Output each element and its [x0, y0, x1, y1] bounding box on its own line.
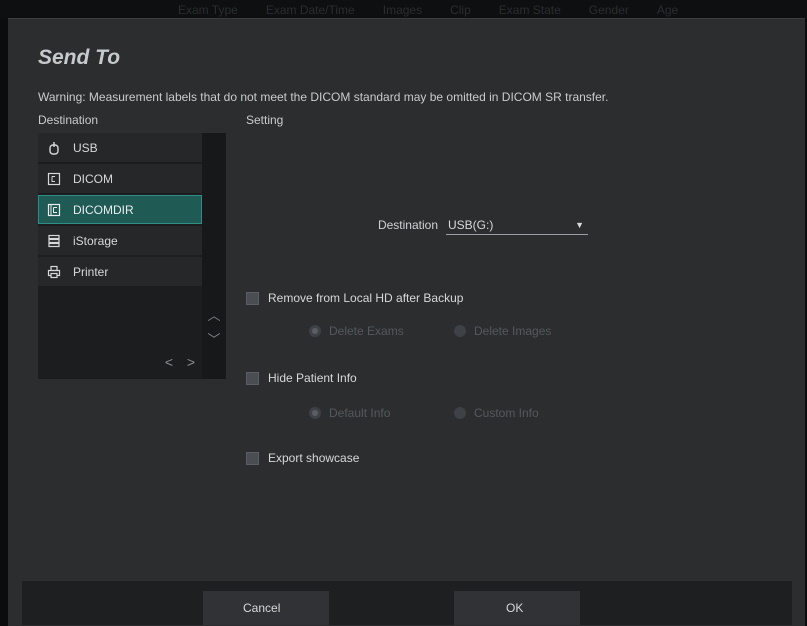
bg-column-age: Age [656, 3, 679, 17]
checkbox-box [246, 291, 259, 305]
destination-item-dicom[interactable]: DICOM [38, 164, 202, 193]
background-table-header: Exam Type Exam Date/Time Images Clip Exa… [0, 0, 807, 18]
storage-icon [47, 234, 61, 248]
caret-down-icon: ▼ [575, 219, 584, 230]
destination-item-printer[interactable]: Printer [38, 257, 202, 286]
destination-header: Destination [38, 113, 99, 127]
dicom-icon [47, 172, 61, 186]
dialog-footer: Cancel OK [22, 581, 792, 625]
dicomdir-icon [47, 203, 61, 217]
warning-text: Warning: Measurement labels that do not … [38, 90, 609, 104]
dialog-title: Send To [38, 46, 121, 69]
horizontal-scroll: < > [158, 351, 202, 373]
hide-patient-checkbox[interactable]: Hide Patient Info [246, 371, 357, 385]
destination-label: Printer [73, 264, 109, 279]
radio-dot [454, 325, 466, 337]
bg-column-exam-date: Exam Date/Time [265, 3, 355, 17]
destination-list: USB DICOM DICOMDIR iStorage Printer ︿ ﹀ … [38, 133, 226, 379]
chevron-up-icon[interactable]: ︿ [202, 303, 226, 325]
bg-column-exam-type: Exam Type [178, 3, 238, 17]
remove-local-checkbox[interactable]: Remove from Local HD after Backup [246, 291, 463, 305]
bg-column-clip: Clip [450, 3, 471, 17]
bg-column-images: Images [382, 3, 423, 17]
export-showcase-label: Export showcase [268, 451, 360, 465]
vertical-scrollbar[interactable]: ︿ ﹀ [202, 133, 226, 379]
remove-local-label: Remove from Local HD after Backup [268, 291, 464, 305]
radio-delete-exams[interactable]: Delete Exams [309, 324, 404, 338]
radio-label: Custom Info [474, 406, 539, 420]
destination-item-usb[interactable]: USB [38, 133, 202, 162]
usb-icon [47, 141, 61, 155]
radio-dot [309, 325, 321, 337]
destination-label: iStorage [73, 233, 118, 248]
radio-default-info[interactable]: Default Info [309, 406, 390, 420]
destination-dropdown-value: USB(G:) [448, 217, 494, 232]
radio-label: Default Info [329, 406, 391, 420]
chevron-left-icon[interactable]: < [165, 354, 173, 370]
radio-dot [454, 407, 466, 419]
radio-delete-images[interactable]: Delete Images [454, 324, 551, 338]
destination-dropdown[interactable]: USB(G:) ▼ [446, 215, 588, 235]
send-to-dialog: Send To Warning: Measurement labels that… [8, 18, 805, 626]
radio-label: Delete Exams [329, 324, 404, 338]
radio-dot [309, 407, 321, 419]
printer-icon [47, 265, 61, 279]
bg-column-gender: Gender [588, 3, 629, 17]
hide-patient-label: Hide Patient Info [268, 371, 357, 385]
ok-button[interactable]: OK [454, 591, 580, 625]
chevron-right-icon[interactable]: > [187, 354, 195, 370]
setting-header: Setting [246, 113, 284, 127]
cancel-button[interactable]: Cancel [203, 591, 329, 625]
checkbox-box [246, 451, 259, 465]
destination-setting-label: Destination [377, 218, 438, 232]
chevron-down-icon[interactable]: ﹀ [202, 327, 226, 349]
destination-label: DICOMDIR [73, 202, 134, 217]
destination-item-dicomdir[interactable]: DICOMDIR [38, 195, 202, 224]
checkbox-box [246, 371, 259, 385]
destination-label: USB [73, 140, 98, 155]
destination-item-istorage[interactable]: iStorage [38, 226, 202, 255]
bg-column-exam-state: Exam State [498, 3, 561, 17]
radio-custom-info[interactable]: Custom Info [454, 406, 539, 420]
destination-setting-row: Destination USB(G:) ▼ [246, 215, 646, 235]
destination-label: DICOM [73, 171, 113, 186]
radio-label: Delete Images [474, 324, 552, 338]
export-showcase-checkbox[interactable]: Export showcase [246, 451, 359, 465]
